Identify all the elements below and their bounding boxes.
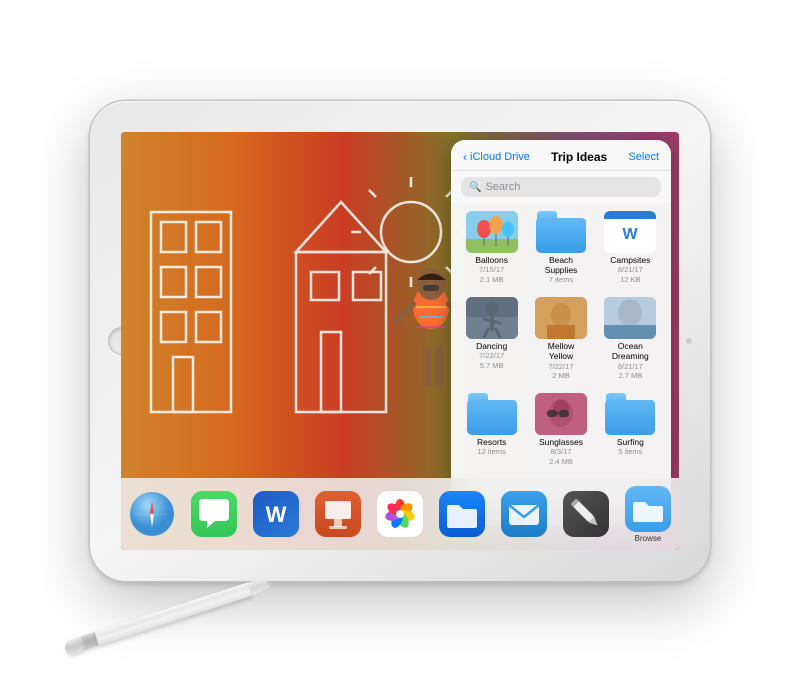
select-button[interactable]: Select [628,151,659,163]
apple-pencil [63,574,277,655]
chevron-left-icon: ‹ [463,150,467,164]
ipad-shell: ‹ iCloud Drive Trip Ideas Select 🔍 Searc… [90,101,710,581]
file-name: Balloons [475,255,508,265]
list-item[interactable]: Surfing 5 items [598,389,663,471]
file-meta: 7/22/17 5.7 MB [479,351,504,371]
pencil-tip [267,581,276,588]
file-meta: 7 items [549,275,573,285]
search-icon: 🔍 [469,182,481,193]
dock-item-files[interactable] [439,491,485,537]
dock-item-keynote[interactable] [315,491,361,537]
list-item[interactable]: OceanDreaming 8/21/17 2.7 MB [598,293,663,385]
file-thumbnail [535,297,587,339]
files-grid: Balloons 7/15/17 2.1 MB [451,203,671,475]
back-label: iCloud Drive [470,151,530,163]
pencil-body [95,582,252,645]
dock-item-safari[interactable] [129,491,175,537]
ipad-screen: ‹ iCloud Drive Trip Ideas Select 🔍 Searc… [121,132,679,550]
dock-item-browse[interactable]: Browse [625,486,671,543]
file-thumbnail [535,211,587,253]
dock: W [121,478,679,550]
file-name: Campsites [610,255,650,265]
file-thumbnail [604,297,656,339]
file-meta: 8/21/17 2.7 MB [618,362,643,382]
browse-label: Browse [635,534,662,543]
file-name: OceanDreaming [612,341,649,361]
file-meta: 7/15/17 2.1 MB [479,265,504,285]
list-item[interactable]: Balloons 7/15/17 2.1 MB [459,207,524,289]
list-item[interactable]: W Campsites 8/21/17 12 KB [598,207,663,289]
file-name: Sunglasses [539,437,583,447]
file-thumbnail [466,297,518,339]
file-thumbnail [466,393,518,435]
file-thumbnail: W [604,211,656,253]
back-button[interactable]: ‹ iCloud Drive [463,150,530,164]
dock-item-photos[interactable] [377,491,423,537]
file-name: BeachSupplies [545,255,578,275]
dock-item-marker[interactable] [563,491,609,537]
list-item[interactable]: BeachSupplies 7 items [528,207,593,289]
search-placeholder: Search [485,181,520,193]
scene: ‹ iCloud Drive Trip Ideas Select 🔍 Searc… [0,0,800,682]
dock-item-word[interactable]: W [253,491,299,537]
svg-text:W: W [623,226,639,243]
list-item[interactable]: Sunglasses 8/3/17 2.4 MB [528,389,593,471]
file-thumbnail [466,211,518,253]
file-name: MellowYellow [548,341,574,361]
file-meta: 7/22/17 2 MB [548,362,573,382]
search-container: 🔍 Search [451,171,671,203]
list-item[interactable]: Resorts 12 items [459,389,524,471]
file-name: Resorts [477,437,506,447]
file-meta: 8/21/17 12 KB [618,265,643,285]
files-nav: ‹ iCloud Drive Trip Ideas Select [451,140,671,171]
file-name: Surfing [617,437,644,447]
list-item[interactable]: MellowYellow 7/22/17 2 MB [528,293,593,385]
svg-text:W: W [266,502,287,527]
list-item[interactable]: Dancing 7/22/17 5.7 MB [459,293,524,385]
files-panel: ‹ iCloud Drive Trip Ideas Select 🔍 Searc… [451,140,671,525]
file-meta: 8/3/17 2.4 MB [549,447,573,467]
dock-item-messages[interactable] [191,491,237,537]
file-meta: 5 items [618,447,642,457]
panel-title: Trip Ideas [551,150,607,164]
file-thumbnail [535,393,587,435]
dock-item-mail[interactable] [501,491,547,537]
search-bar[interactable]: 🔍 Search [461,177,661,197]
file-meta: 12 items [477,447,505,457]
file-thumbnail [604,393,656,435]
file-name: Dancing [476,341,507,351]
power-button[interactable] [686,338,692,344]
